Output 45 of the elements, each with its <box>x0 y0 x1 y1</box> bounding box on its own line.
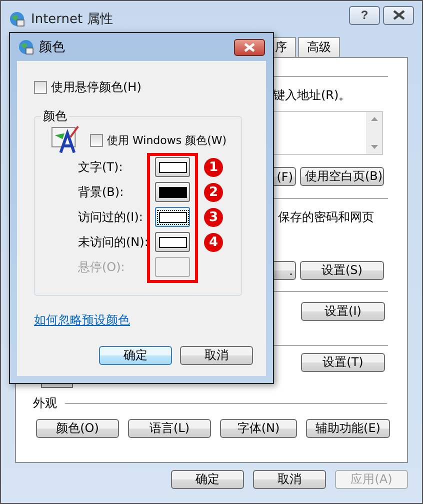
number-badge: 3 <box>204 208 223 226</box>
color-label: 访问过的(I): <box>78 208 144 226</box>
blank-page-button[interactable]: 使用空白页(B) <box>300 167 384 186</box>
group-title: 外观 <box>33 395 57 412</box>
number-badge: 2 <box>204 182 223 202</box>
up-arrow-icon <box>370 117 378 121</box>
settings-button[interactable]: 设置(S) <box>300 261 384 280</box>
close-button[interactable] <box>234 38 265 56</box>
tab[interactable]: 高级 <box>298 37 340 57</box>
color-label: 悬停(O): <box>78 258 126 276</box>
scroll-bar[interactable] <box>366 112 382 154</box>
group-title: 颜色 <box>41 108 69 125</box>
close-icon <box>392 10 404 20</box>
color-button[interactable] <box>155 157 190 177</box>
settings-button[interactable]: 设置(I) <box>301 302 385 321</box>
dialog-title: 颜色 <box>39 39 66 56</box>
color-button[interactable] <box>155 182 190 202</box>
windows-colors-checkbox[interactable]: 使用 Windows 颜色(W) <box>90 133 227 148</box>
settings-button[interactable]: 设置(T) <box>301 353 385 372</box>
help-link[interactable]: 如何忽略预设颜色 <box>34 312 130 329</box>
help-button[interactable]: ? <box>349 6 380 24</box>
color-label: 背景(B): <box>78 184 125 200</box>
hover-color-checkbox[interactable]: 使用悬停颜色(H) <box>34 79 266 96</box>
globe-icon <box>9 11 25 27</box>
appearance-button[interactable]: 颜色(O) <box>36 419 119 438</box>
address-hint: 键入地址(R)。 <box>273 87 352 104</box>
globe-icon <box>18 39 34 55</box>
appearance-button[interactable]: 字体(N) <box>220 419 297 438</box>
window-title: Internet 属性 <box>31 11 114 28</box>
dialog-button[interactable]: 确定 <box>99 346 172 365</box>
dialog-button[interactable]: 确定 <box>171 470 244 489</box>
appearance-button[interactable]: 语言(L) <box>128 419 211 438</box>
color-label: 文字(T): <box>78 158 124 176</box>
dialog-button[interactable]: 取消 <box>253 470 326 489</box>
number-badge: 4 <box>204 232 223 252</box>
close-icon <box>244 42 255 52</box>
history-text: 保存的密码和网页 <box>278 209 375 226</box>
color-label: 未访问的(N): <box>78 234 150 250</box>
appearance-button[interactable]: 辅助功能(E) <box>306 419 390 438</box>
down-arrow-icon <box>370 145 378 149</box>
close-button[interactable] <box>383 6 414 24</box>
number-badge: 1 <box>204 158 223 176</box>
color-button[interactable] <box>155 207 190 227</box>
dialog-button[interactable]: 取消 <box>180 346 253 365</box>
color-button[interactable] <box>155 232 190 252</box>
